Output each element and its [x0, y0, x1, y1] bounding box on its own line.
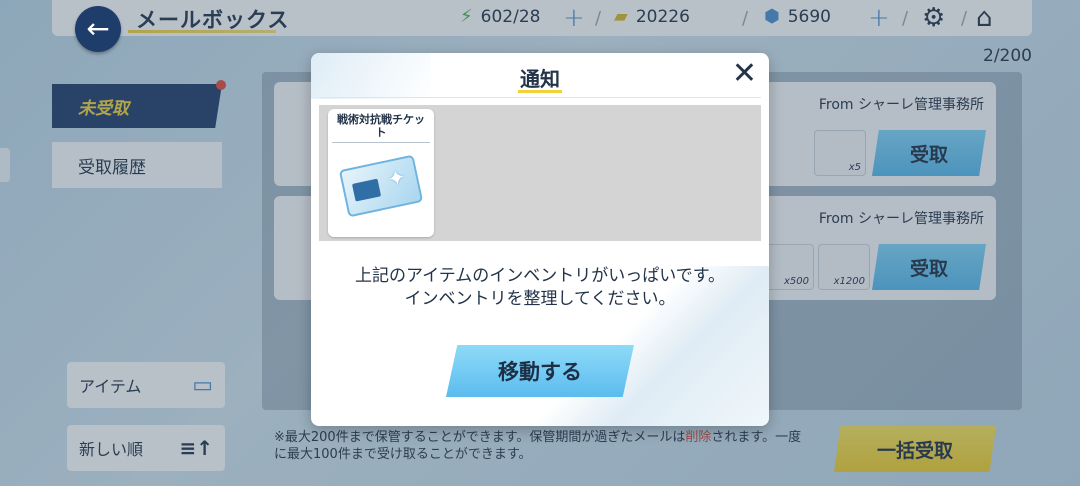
message-line: 上記のアイテムのインベントリがいっぱいです。: [354, 266, 726, 286]
arrow-left-icon: ←: [86, 12, 110, 45]
close-icon[interactable]: ✕: [732, 59, 757, 89]
ticket-icon: ✦: [328, 143, 434, 229]
dialog-title: 通知: [520, 67, 560, 91]
notification-dialog: 通知 ✕ 戦術対抗戦チケット ✦ 上記のアイテムのインベントリがいっぱいです。 …: [311, 53, 769, 426]
item-card[interactable]: 戦術対抗戦チケット ✦: [328, 109, 434, 237]
sparkle-icon: ✦: [385, 165, 409, 194]
divider: [319, 97, 761, 98]
ticket-stub: [351, 178, 382, 202]
title-underline: [518, 90, 562, 93]
ticket-image: ✦: [338, 154, 424, 218]
item-name: 戦術対抗戦チケット: [332, 109, 430, 144]
back-button[interactable]: ←: [75, 6, 121, 52]
move-button[interactable]: 移動する: [446, 345, 634, 397]
item-area: 戦術対抗戦チケット ✦: [319, 105, 761, 241]
message-line: インベントリを整理してください。: [404, 288, 676, 309]
dialog-message: 上記のアイテムのインベントリがいっぱいです。 インベントリを整理してください。: [311, 265, 769, 311]
